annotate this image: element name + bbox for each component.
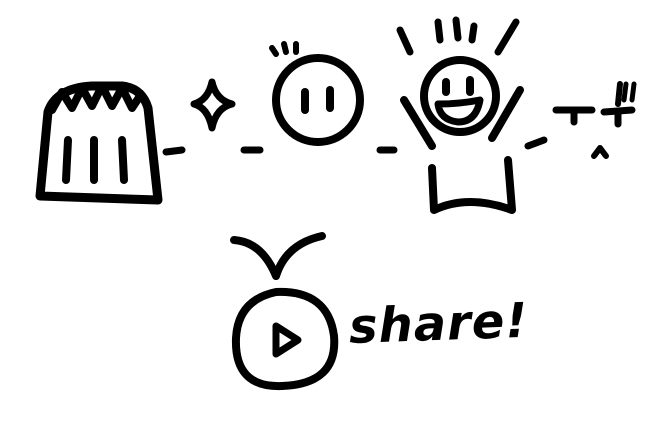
excited-cheering-figure-icon (396, 16, 524, 214)
exclamation-marks-icon (552, 81, 637, 159)
connector-dash (162, 146, 186, 156)
curved-arrow-down-icon (230, 232, 326, 280)
sparkle-icon (190, 78, 236, 132)
doodle-canvas (35, 16, 637, 391)
connector-dash (524, 136, 548, 150)
surprised-face-icon (269, 41, 364, 146)
basket-with-zigzag-icon (35, 81, 163, 205)
share-label: share! (348, 292, 530, 355)
play-button-icon[interactable] (231, 287, 339, 391)
